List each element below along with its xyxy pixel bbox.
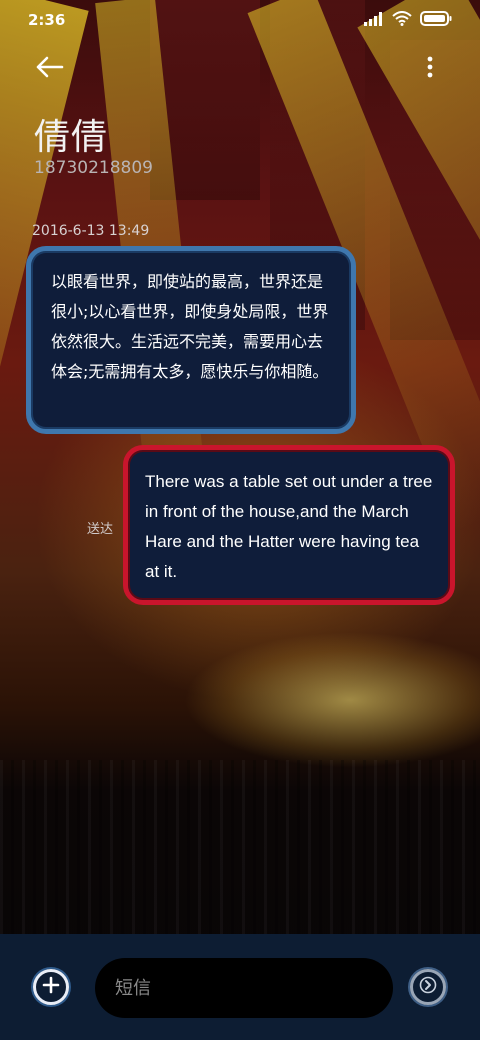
status-icons (364, 10, 452, 30)
battery-icon (420, 10, 452, 30)
signal-icon (364, 11, 384, 30)
outgoing-message-bubble[interactable]: There was a table set out under a tree i… (123, 445, 455, 605)
sms-conversation-screen: 2:36 倩倩 18730218809 2016-6-13 13:49 以眼看世… (0, 0, 480, 1040)
add-attachment-button[interactable] (33, 969, 69, 1005)
wifi-icon (392, 10, 412, 30)
more-options-button[interactable] (418, 52, 442, 86)
send-button[interactable] (410, 969, 446, 1005)
delivery-status: 送达 (87, 522, 114, 537)
status-time: 2:36 (28, 11, 66, 29)
incoming-message-text: 以眼看世界，即使站的最高，世界还是很小;以心看世界，即使身处局限，世界依然很大。… (51, 272, 329, 381)
plus-circle-icon (42, 976, 60, 998)
incoming-message-bubble[interactable]: 以眼看世界，即使站的最高，世界还是很小;以心看世界，即使身处局限，世界依然很大。… (26, 246, 356, 434)
message-input[interactable] (95, 958, 393, 1018)
arrow-left-icon (36, 56, 64, 82)
contact-name: 倩倩 (34, 117, 109, 158)
contact-number: 18730218809 (34, 158, 153, 178)
more-vertical-icon (427, 56, 433, 82)
outgoing-message-text: There was a table set out under a tree i… (145, 472, 433, 581)
send-chevron-icon (419, 976, 437, 998)
status-bar: 2:36 (0, 0, 480, 40)
message-timestamp: 2016-6-13 13:49 (32, 223, 150, 239)
back-button[interactable] (30, 52, 70, 86)
